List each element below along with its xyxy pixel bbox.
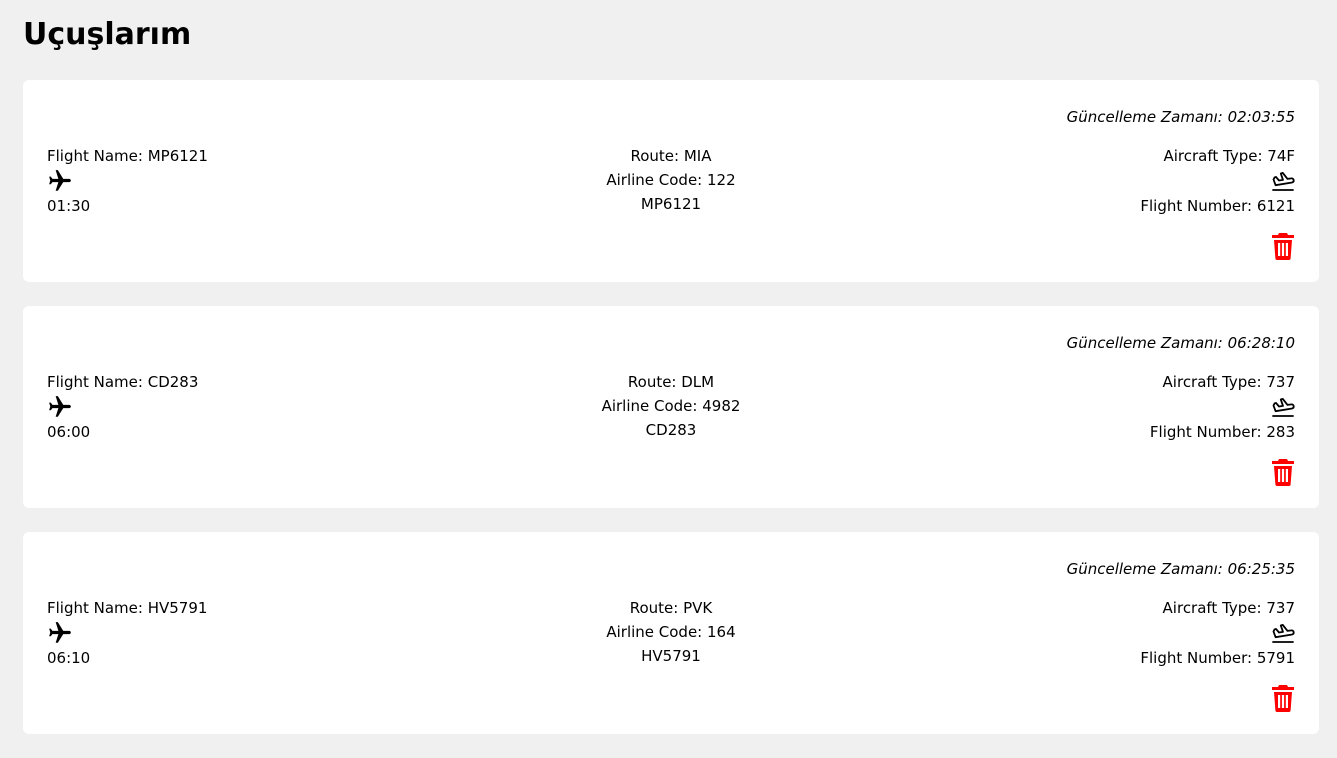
- aircraft-type: Aircraft Type: 74F: [1163, 147, 1295, 165]
- flight-card: Güncelleme Zamanı: 06:25:35 Flight Name:…: [23, 532, 1319, 734]
- flight-time: 06:00: [47, 423, 91, 441]
- aircraft-type: Aircraft Type: 737: [1162, 599, 1295, 617]
- flight-name: Flight Name: HV5791: [47, 599, 208, 617]
- flight-info-center: Route: MIA Airline Code: 122 MP6121: [606, 144, 735, 216]
- flight-list: Güncelleme Zamanı: 02:03:55 Flight Name:…: [23, 80, 1319, 758]
- trash-icon: [1272, 233, 1294, 260]
- flight-info-left: Flight Name: MP6121 01:30: [47, 144, 208, 218]
- flight-info-left: Flight Name: HV5791 06:10: [47, 596, 207, 670]
- flight-info-right: Aircraft Type: 74F Flight Number: 6121: [1140, 144, 1295, 218]
- update-time: Güncelleme Zamanı: 02:03:55: [1066, 108, 1295, 126]
- flight-info-right: Aircraft Type: 737 Flight Number: 283: [1150, 370, 1295, 444]
- flight-route: Route: MIA: [630, 147, 712, 165]
- airplane-icon: [47, 394, 73, 420]
- flight-name: Flight Name: MP6121: [47, 147, 208, 165]
- delete-button[interactable]: [1271, 684, 1295, 712]
- flight-card: Güncelleme Zamanı: 06:28:10 Flight Name:…: [23, 306, 1319, 508]
- flight-name: Flight Name: CD283: [47, 373, 199, 391]
- flight-info-right: Aircraft Type: 737 Flight Number: 5791: [1140, 596, 1295, 670]
- airline-code: Airline Code: 4982: [601, 397, 741, 415]
- page-title: Uçuşlarım: [23, 17, 192, 52]
- aircraft-type: Aircraft Type: 737: [1162, 373, 1295, 391]
- update-time: Güncelleme Zamanı: 06:28:10: [1066, 334, 1295, 352]
- airline-code: Airline Code: 164: [606, 623, 736, 641]
- flight-route: Route: DLM: [627, 373, 715, 391]
- flight-card: Güncelleme Zamanı: 02:03:55 Flight Name:…: [23, 80, 1319, 282]
- flight-info-center: Route: PVK Airline Code: 164 HV5791: [606, 596, 735, 668]
- airline-code: Airline Code: 122: [606, 171, 736, 189]
- flight-code: CD283: [645, 421, 697, 439]
- flight-info-center: Route: DLM Airline Code: 4982 CD283: [602, 370, 741, 442]
- flight-time: 06:10: [47, 649, 91, 667]
- trash-icon: [1272, 685, 1294, 712]
- flight-number: Flight Number: 283: [1149, 423, 1295, 441]
- airplane-icon: [47, 168, 73, 194]
- delete-button[interactable]: [1271, 232, 1295, 260]
- plane-landing-icon: [1271, 620, 1295, 645]
- delete-button[interactable]: [1271, 458, 1295, 486]
- plane-landing-icon: [1271, 394, 1295, 419]
- flight-code: HV5791: [641, 647, 701, 665]
- flight-code: MP6121: [640, 195, 702, 213]
- flight-number: Flight Number: 6121: [1140, 197, 1295, 215]
- plane-landing-icon: [1271, 168, 1295, 193]
- flight-info-left: Flight Name: CD283 06:00: [47, 370, 198, 444]
- update-time: Güncelleme Zamanı: 06:25:35: [1066, 560, 1295, 578]
- flight-time: 01:30: [47, 197, 91, 215]
- flight-route: Route: PVK: [629, 599, 713, 617]
- airplane-icon: [47, 620, 73, 646]
- trash-icon: [1272, 459, 1294, 486]
- flight-number: Flight Number: 5791: [1140, 649, 1295, 667]
